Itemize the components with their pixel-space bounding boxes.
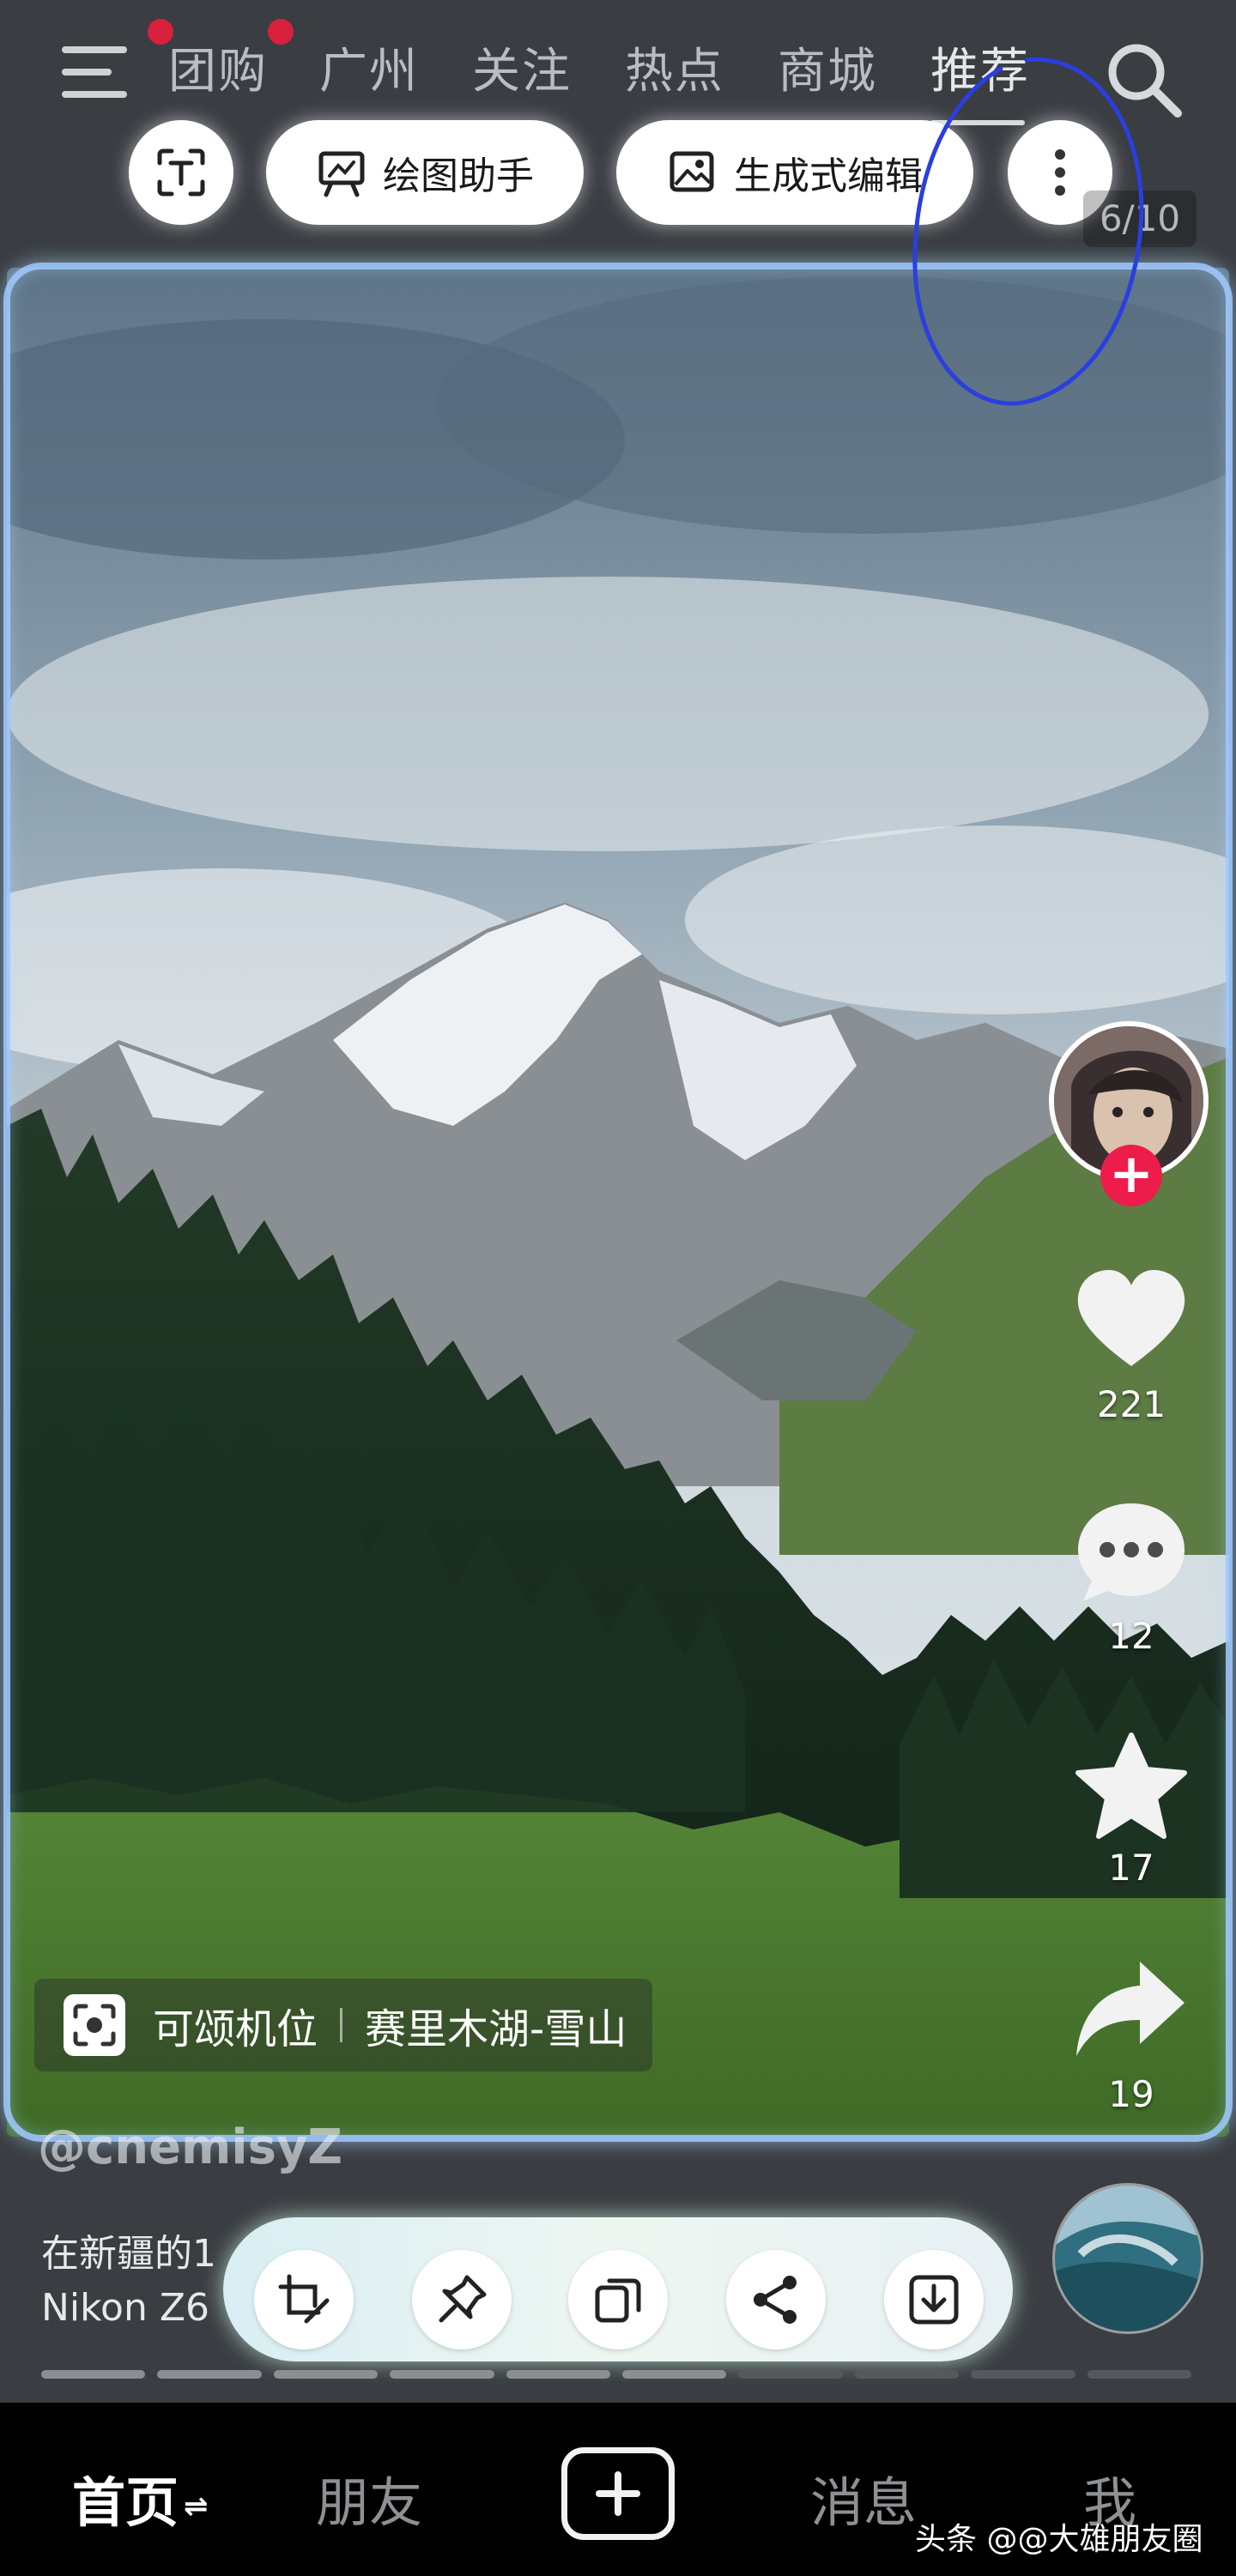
share-count: 19 — [1108, 2073, 1154, 2115]
nav-home[interactable]: 首页 ⇌ — [72, 2459, 209, 2537]
progress-segment — [157, 2370, 262, 2379]
follow-plus-button[interactable]: + — [1100, 1145, 1162, 1206]
watermark-text: 头条 @@大雄朋友圈 — [915, 2522, 1203, 2557]
drawing-assistant-label: 绘图助手 — [383, 154, 534, 198]
copy-icon — [595, 2278, 641, 2323]
refresh-arrows-icon: ⇌ — [184, 2488, 209, 2524]
crop-edit-button[interactable] — [254, 2250, 354, 2349]
copy-button[interactable] — [568, 2250, 668, 2349]
text-recognition-button[interactable] — [129, 120, 233, 225]
image-progress-bar — [41, 2370, 1192, 2380]
plus-icon — [596, 2471, 640, 2516]
progress-segment — [506, 2370, 611, 2379]
location-chip[interactable]: 可颂机位 赛里木湖-雪山 — [34, 1979, 653, 2071]
notification-dot — [268, 19, 294, 45]
crop-edit-icon — [278, 2274, 330, 2324]
progress-segment — [854, 2370, 960, 2379]
music-disc-thumbnail[interactable] — [1052, 2183, 1203, 2334]
tab-mall[interactable]: 商城 — [778, 41, 877, 103]
share-arrow-icon[interactable] — [1071, 1955, 1191, 2066]
drawing-board-icon — [318, 151, 365, 197]
location-divider — [340, 2008, 343, 2042]
nav-friends[interactable]: 朋友 — [316, 2459, 422, 2537]
tab-following[interactable]: 关注 — [472, 41, 572, 103]
text-scan-icon — [157, 148, 205, 197]
share-button[interactable] — [726, 2250, 826, 2349]
download-button[interactable] — [884, 2250, 984, 2349]
progress-segment — [738, 2370, 843, 2379]
progress-segment — [273, 2370, 379, 2379]
share-icon — [754, 2276, 797, 2324]
download-icon — [909, 2275, 959, 2325]
location-place: 赛里木湖-雪山 — [365, 2005, 627, 2053]
drawing-assistant-button[interactable]: 绘图助手 — [266, 120, 584, 225]
nav-home-label: 首页 — [72, 2471, 179, 2534]
tab-guangzhou[interactable]: 广州 — [319, 41, 419, 103]
progress-segment — [1087, 2370, 1192, 2379]
progress-segment — [971, 2370, 1075, 2379]
progress-segment — [390, 2370, 494, 2379]
progress-segment — [622, 2370, 727, 2379]
generative-edit-label: 生成式编辑 — [734, 154, 923, 198]
image-edit-icon — [670, 151, 714, 192]
like-count: 221 — [1096, 1383, 1166, 1425]
tab-group-buy[interactable]: 团购 — [168, 41, 268, 103]
pin-icon — [439, 2275, 487, 2323]
location-label: 可颂机位 — [153, 2005, 318, 2053]
camera-spot-icon — [64, 1994, 125, 2056]
like-heart-icon[interactable] — [1071, 1265, 1191, 1376]
tab-trending[interactable]: 热点 — [625, 41, 724, 103]
comment-icon[interactable] — [1071, 1497, 1191, 1608]
favorite-star-icon[interactable] — [1071, 1730, 1191, 1841]
author-handle[interactable]: @cnemisyZ — [38, 2119, 342, 2175]
comment-count: 12 — [1108, 1615, 1154, 1657]
progress-segment — [41, 2370, 146, 2379]
menu-icon[interactable] — [58, 39, 130, 101]
nav-messages[interactable]: 消息 — [810, 2459, 917, 2537]
annotation-circle — [912, 57, 1144, 406]
favorite-count: 17 — [1108, 1847, 1154, 1889]
create-post-button[interactable] — [561, 2447, 675, 2540]
selection-frame — [3, 263, 1233, 2142]
pin-button[interactable] — [412, 2250, 512, 2349]
